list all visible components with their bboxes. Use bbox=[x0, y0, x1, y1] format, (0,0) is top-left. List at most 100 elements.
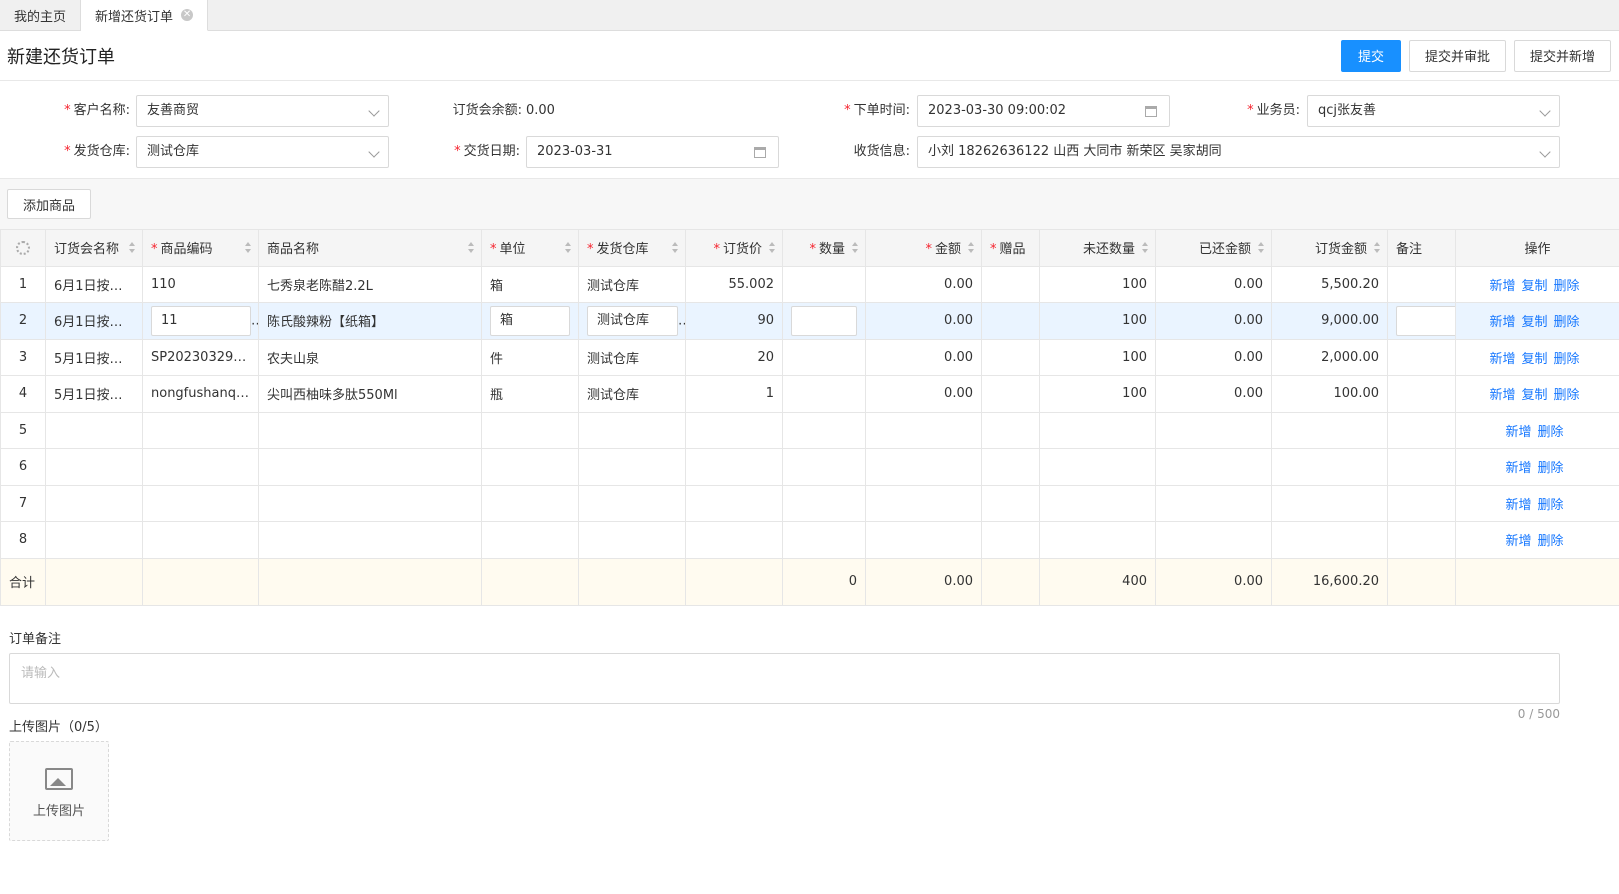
column-header[interactable]: * 单位 bbox=[481, 229, 579, 267]
submit-new-button[interactable]: 提交并新增 bbox=[1513, 39, 1611, 72]
table-row[interactable]: 4 5月1日按商... nongfushanqu... 尖叫西柚味多肽550Ml… bbox=[0, 375, 1619, 413]
row-actions: 新增 复制 删除 bbox=[1455, 265, 1619, 303]
column-header[interactable]: * 商品编码 bbox=[142, 229, 259, 267]
upload-image-button[interactable]: 上传图片 bbox=[9, 741, 109, 841]
add-row-link[interactable]: 新增 bbox=[1489, 388, 1515, 403]
gear-icon[interactable] bbox=[16, 240, 30, 255]
submit-button[interactable]: 提交 bbox=[1340, 39, 1401, 72]
price-cell[interactable]: 90 bbox=[685, 302, 783, 340]
column-header[interactable]: * 数量 bbox=[782, 229, 866, 267]
gift-cell[interactable] bbox=[981, 302, 1040, 340]
warehouse-select[interactable]: 测试仓库 bbox=[136, 136, 389, 168]
delete-row-link[interactable]: 删除 bbox=[1538, 534, 1564, 549]
column-header: 备注 bbox=[1387, 229, 1456, 267]
column-header[interactable]: 订货金额 bbox=[1271, 229, 1388, 267]
warehouse-cell[interactable]: 测试仓库 bbox=[578, 338, 686, 376]
column-header[interactable]: * 金额 bbox=[865, 229, 982, 267]
unit-input[interactable]: 箱 bbox=[490, 305, 570, 336]
qty-cell[interactable] bbox=[782, 338, 866, 376]
unit-cell[interactable]: 件 bbox=[481, 338, 579, 376]
gift-cell[interactable] bbox=[981, 265, 1040, 303]
page-header: 新建还货订单 提交 提交并审批 提交并新增 bbox=[0, 31, 1619, 81]
unit-cell[interactable]: 瓶 bbox=[481, 375, 579, 413]
qty-cell[interactable] bbox=[782, 302, 866, 340]
warehouse-input[interactable]: 测试仓库 bbox=[587, 305, 678, 336]
salesman-select[interactable]: qcj张友善 bbox=[1307, 95, 1560, 127]
tab-new-return-order[interactable]: 新增还货订单 ✕ bbox=[81, 0, 209, 31]
add-row-link[interactable]: 新增 bbox=[1489, 279, 1515, 294]
remark-cell[interactable] bbox=[1387, 265, 1456, 303]
warehouse-cell[interactable]: 测试仓库 bbox=[578, 302, 686, 340]
add-row-link[interactable]: 新增 bbox=[1489, 315, 1515, 330]
column-header[interactable]: 订货会名称 bbox=[45, 229, 143, 267]
code-cell[interactable]: nongfushanqu... bbox=[142, 375, 259, 413]
table-row[interactable]: 1 6月1日按商... 110 七秀泉老陈醋2.2L 箱 测试仓库 55.002… bbox=[0, 265, 1619, 303]
unreturned-cell: 100 bbox=[1039, 375, 1156, 413]
delete-row-link[interactable]: 删除 bbox=[1554, 352, 1580, 367]
delete-row-link[interactable]: 删除 bbox=[1538, 461, 1564, 476]
copy-row-link[interactable]: 复制 bbox=[1521, 315, 1547, 330]
table-row[interactable]: 6 新增 删除 bbox=[0, 448, 1619, 486]
delete-row-link[interactable]: 删除 bbox=[1538, 425, 1564, 440]
column-header[interactable]: * 订货价 bbox=[685, 229, 783, 267]
copy-row-link[interactable]: 复制 bbox=[1521, 352, 1547, 367]
qty-input[interactable] bbox=[791, 305, 857, 336]
close-icon[interactable]: ✕ bbox=[181, 9, 194, 21]
warehouse-cell[interactable]: 测试仓库 bbox=[578, 265, 686, 303]
tab-home[interactable]: 我的主页 bbox=[0, 0, 82, 31]
column-header[interactable]: 已还金额 bbox=[1155, 229, 1272, 267]
table-row[interactable]: 7 新增 删除 bbox=[0, 484, 1619, 522]
order-time-picker[interactable]: 2023-03-30 09:00:02 bbox=[917, 95, 1170, 127]
table-row[interactable]: 2 6月1日按商... 11 陈氏酸辣粉【纸箱】 箱 测试仓库 90 0.00 … bbox=[0, 302, 1619, 340]
remark-cell[interactable] bbox=[1387, 375, 1456, 413]
warehouse-cell[interactable]: 测试仓库 bbox=[578, 375, 686, 413]
gift-cell[interactable] bbox=[981, 375, 1040, 413]
table-row[interactable]: 5 新增 删除 bbox=[0, 411, 1619, 449]
amount-cell: 0.00 bbox=[865, 338, 982, 376]
delivery-date-picker[interactable]: 2023-03-31 bbox=[526, 136, 779, 168]
balance-label: 订货会余额: bbox=[452, 103, 522, 118]
column-settings[interactable] bbox=[0, 229, 46, 267]
remark-cell[interactable] bbox=[1387, 338, 1456, 376]
sort-icon bbox=[245, 242, 252, 254]
code-cell[interactable]: 11 bbox=[142, 302, 259, 340]
qty-cell[interactable] bbox=[782, 375, 866, 413]
price-cell[interactable]: 1 bbox=[685, 375, 783, 413]
remark-cell[interactable] bbox=[1387, 302, 1456, 340]
delete-row-link[interactable]: 删除 bbox=[1554, 279, 1580, 294]
delete-row-link[interactable]: 删除 bbox=[1538, 498, 1564, 513]
total-order-amount: 16,600.20 bbox=[1271, 557, 1388, 606]
order-notes-textarea[interactable]: 请输入 bbox=[9, 653, 1560, 704]
chevron-down-icon bbox=[368, 146, 380, 158]
add-row-link[interactable]: 新增 bbox=[1505, 534, 1531, 549]
unit-cell[interactable]: 箱 bbox=[481, 265, 579, 303]
add-row-link[interactable]: 新增 bbox=[1505, 498, 1531, 513]
code-input[interactable]: 11 bbox=[151, 305, 251, 336]
delete-row-link[interactable]: 删除 bbox=[1554, 388, 1580, 403]
add-row-link[interactable]: 新增 bbox=[1505, 461, 1531, 476]
price-cell[interactable]: 55.002 bbox=[685, 265, 783, 303]
price-cell[interactable]: 20 bbox=[685, 338, 783, 376]
customer-select[interactable]: 友善商贸 bbox=[136, 95, 389, 127]
table-row[interactable]: 3 5月1日按商... SP202303290... 农夫山泉 件 测试仓库 2… bbox=[0, 338, 1619, 376]
add-row-link[interactable]: 新增 bbox=[1505, 425, 1531, 440]
remark-input[interactable] bbox=[1396, 305, 1455, 336]
gift-cell[interactable] bbox=[981, 338, 1040, 376]
code-cell[interactable]: 110 bbox=[142, 265, 259, 303]
add-row-link[interactable]: 新增 bbox=[1489, 352, 1515, 367]
copy-row-link[interactable]: 复制 bbox=[1521, 388, 1547, 403]
unit-cell[interactable]: 箱 bbox=[481, 302, 579, 340]
delete-row-link[interactable]: 删除 bbox=[1554, 315, 1580, 330]
copy-row-link[interactable]: 复制 bbox=[1521, 279, 1547, 294]
qty-cell[interactable] bbox=[782, 265, 866, 303]
receive-info-select[interactable]: 小刘 18262636122 山西 大同市 新荣区 吴家胡同 bbox=[917, 136, 1560, 168]
submit-approve-button[interactable]: 提交并审批 bbox=[1408, 39, 1506, 72]
column-header[interactable]: 未还数量 bbox=[1039, 229, 1156, 267]
page-title: 新建还货订单 bbox=[7, 46, 115, 68]
code-cell[interactable]: SP202303290... bbox=[142, 338, 259, 376]
add-goods-button[interactable]: 添加商品 bbox=[7, 189, 92, 219]
table-row[interactable]: 8 新增 删除 bbox=[0, 521, 1619, 559]
column-header[interactable]: 商品名称 bbox=[258, 229, 482, 267]
column-header: 操作 bbox=[1455, 229, 1619, 267]
column-header[interactable]: * 发货仓库 bbox=[578, 229, 686, 267]
